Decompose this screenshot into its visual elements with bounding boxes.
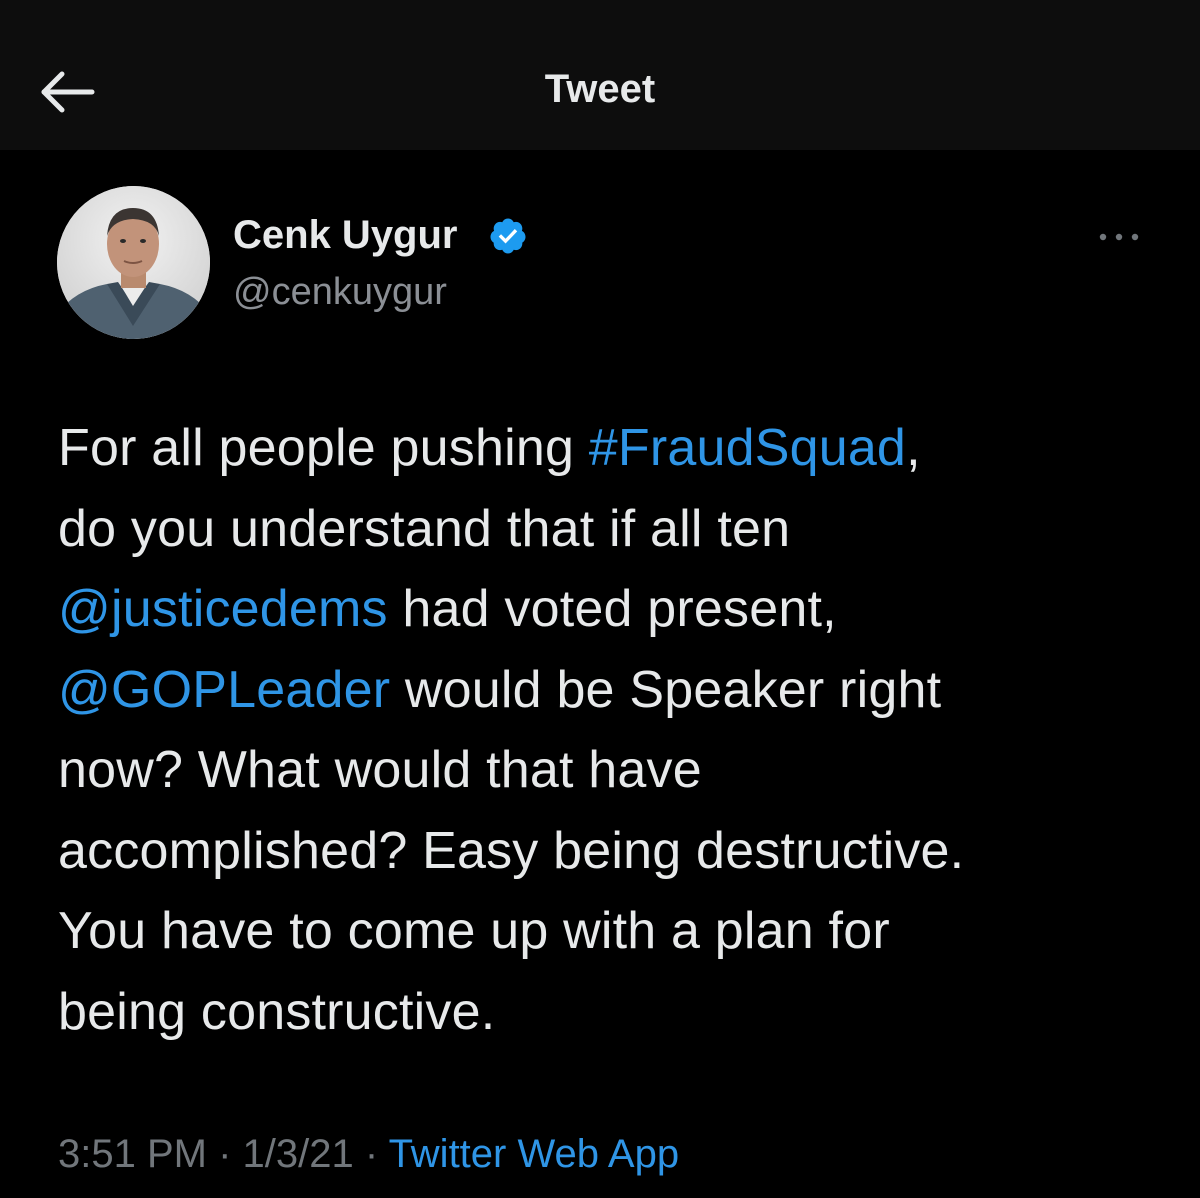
- page-title: Tweet: [544, 67, 656, 111]
- author-name[interactable]: Cenk Uygur: [233, 210, 458, 260]
- meta-separator: ·: [206, 1132, 243, 1176]
- tweet-meta: 3:51 PM · 1/3/21 · Twitter Web App: [58, 1128, 679, 1180]
- tweet-text-segment: now? What would that have: [58, 741, 702, 799]
- tweet-text-line: do you understand that if all ten: [58, 489, 1148, 570]
- avatar[interactable]: [57, 186, 210, 339]
- mention-link[interactable]: @GOPLeader: [58, 661, 390, 719]
- tweet-text-segment: You have to come up with a plan for: [58, 902, 890, 960]
- tweet-source-link[interactable]: Twitter Web App: [389, 1132, 680, 1176]
- tweet-text-line: @justicedems had voted present,: [58, 569, 1148, 650]
- verified-badge-icon: [490, 218, 526, 254]
- tweet-time: 3:51 PM: [58, 1132, 207, 1176]
- tweet-text-segment: For all people pushing: [58, 419, 589, 477]
- tweet-text-line: For all people pushing #FraudSquad,: [58, 408, 1148, 489]
- tweet-text-line: @GOPLeader would be Speaker right: [58, 650, 1148, 731]
- more-options-button[interactable]: [1094, 222, 1144, 252]
- tweet-text-line: now? What would that have: [58, 730, 1148, 811]
- tweet-text-line: accomplished? Easy being destructive.: [58, 811, 1148, 892]
- mention-link[interactable]: @justicedems: [58, 580, 388, 638]
- top-bar: Tweet: [0, 0, 1200, 150]
- tweet-text-segment: ,: [906, 419, 921, 477]
- tweet-text-segment: would be Speaker right: [390, 660, 942, 719]
- user-avatar: [57, 186, 210, 339]
- more-horizontal-icon: [1099, 233, 1139, 241]
- tweet-text-segment: being constructive.: [58, 982, 496, 1041]
- tweet-text-segment: accomplished? Easy being destructive.: [58, 821, 965, 880]
- tweet-text-line: You have to come up with a plan for: [58, 891, 1148, 972]
- meta-separator: ·: [353, 1132, 389, 1176]
- tweet-text-segment: do you understand that if all ten: [58, 499, 791, 558]
- tweet-date: 1/3/21: [242, 1132, 354, 1176]
- tweet-text-line: being constructive.: [58, 972, 1148, 1053]
- tweet-text-segment: had voted present,: [387, 580, 837, 638]
- author-handle[interactable]: @cenkuygur: [233, 268, 447, 316]
- hashtag-link[interactable]: #FraudSquad: [589, 419, 906, 477]
- tweet-text: For all people pushing #FraudSquad, do yo…: [58, 408, 1148, 1052]
